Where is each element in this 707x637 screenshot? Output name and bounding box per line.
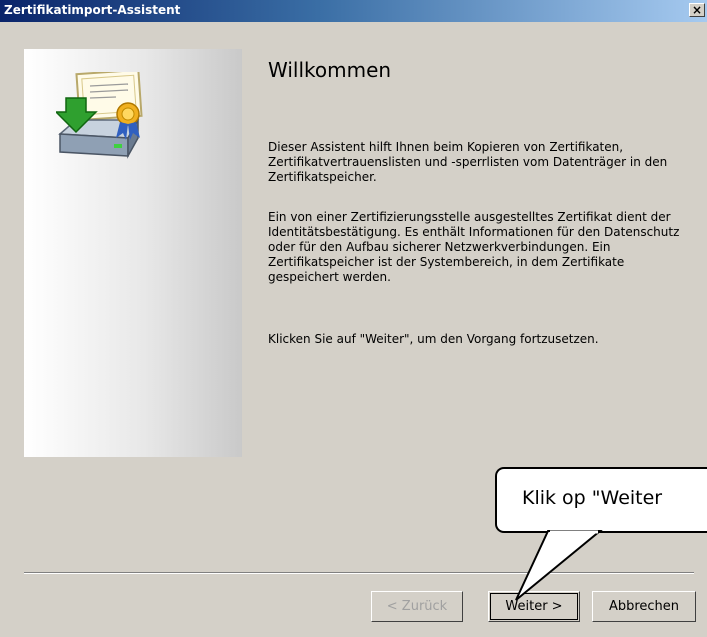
- page-title: Willkommen: [268, 58, 392, 82]
- close-icon: ×: [691, 3, 703, 17]
- certificate-import-icon: [56, 72, 143, 159]
- cancel-button[interactable]: Abbrechen: [592, 591, 696, 622]
- close-button[interactable]: ×: [689, 3, 705, 17]
- continue-instruction: Klicken Sie auf "Weiter", um den Vorgang…: [268, 332, 599, 346]
- description-paragraph: Ein von einer Zertifizierungsstelle ausg…: [268, 210, 680, 284]
- intro-paragraph: Dieser Assistent hilft Ihnen beim Kopier…: [268, 140, 668, 184]
- wizard-window: Zertifikatimport-Assistent × Willkommen …: [0, 0, 707, 637]
- next-button[interactable]: Weiter >: [488, 591, 580, 622]
- title-bar: Zertifikatimport-Assistent ×: [0, 0, 707, 22]
- button-separator: [24, 572, 694, 574]
- back-button[interactable]: < Zurück: [371, 591, 463, 622]
- window-title: Zertifikatimport-Assistent: [4, 3, 181, 17]
- callout-text: Klik op "Weiter: [522, 487, 663, 509]
